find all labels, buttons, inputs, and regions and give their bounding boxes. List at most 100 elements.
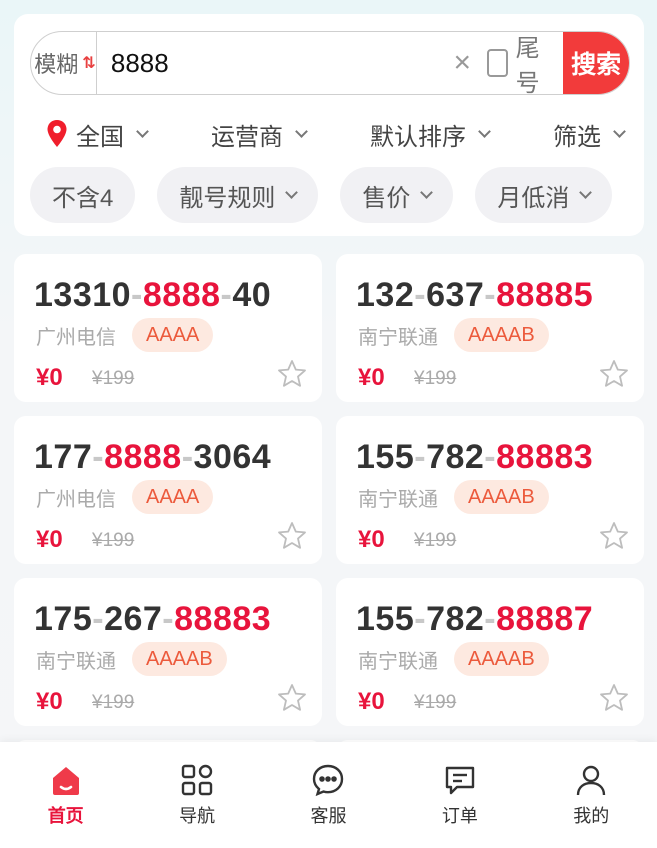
tab-label: 客服	[310, 806, 347, 826]
tail-checkbox[interactable]	[486, 49, 508, 77]
number-segment: -	[414, 438, 427, 476]
number-segment: 155	[356, 600, 415, 638]
tab-navigation[interactable]: 导航	[147, 762, 247, 828]
phone-number: 155-782-88887	[356, 600, 593, 639]
chevron-down-icon	[295, 125, 308, 138]
number-card[interactable]: 155-782-88887 南宁联通 AAAAB ¥0 ¥199	[336, 578, 644, 726]
number-segment: 637	[426, 276, 485, 314]
favorite-star-icon[interactable]	[598, 358, 630, 390]
region-label: 全国	[76, 123, 124, 151]
tab-label: 导航	[179, 806, 216, 826]
original-price: ¥199	[414, 530, 457, 551]
favorite-star-icon[interactable]	[598, 682, 630, 714]
filter-row: 全国 运营商 默认排序 筛选	[44, 114, 626, 154]
chip-label: 不含4	[52, 184, 114, 212]
tab-label: 首页	[47, 806, 84, 826]
number-segment: 177	[34, 438, 93, 476]
swap-icon: ⇅	[82, 55, 96, 72]
user-icon	[577, 765, 606, 796]
original-price: ¥199	[92, 530, 135, 551]
tab-customer-service[interactable]: 客服	[278, 762, 378, 828]
tail-number-toggle[interactable]: 尾号	[479, 32, 564, 94]
phone-number: 13310-8888-40	[34, 276, 271, 315]
number-segment: -	[92, 600, 105, 638]
number-segment: 88883	[174, 600, 272, 638]
number-card[interactable]: 177-8888-3064 广州电信 AAAA ¥0 ¥199	[14, 416, 322, 564]
original-price: ¥199	[414, 692, 457, 713]
pattern-tag: AAAAB	[454, 318, 549, 352]
favorite-star-icon[interactable]	[276, 520, 308, 552]
number-segment: -	[92, 438, 105, 476]
chip-price[interactable]: 售价	[340, 167, 454, 223]
favorite-star-icon[interactable]	[276, 682, 308, 714]
original-price: ¥199	[414, 368, 457, 389]
number-meta: 广州电信 AAAA	[36, 480, 214, 514]
chevron-down-icon	[579, 186, 593, 199]
clear-icon[interactable]: ×	[446, 46, 479, 80]
number-segment: -	[131, 276, 143, 314]
number-card[interactable]: 13310-8888-40 广州电信 AAAA ¥0 ¥199	[14, 254, 322, 402]
chip-min-monthly[interactable]: 月低消	[475, 167, 613, 223]
number-segment: 132	[356, 276, 415, 314]
fuzzy-mode-toggle[interactable]: 模糊 ⇅	[31, 32, 97, 94]
number-meta: 广州电信 AAAA	[36, 318, 214, 352]
carrier-location: 南宁联通	[36, 650, 116, 673]
carrier-location: 广州电信	[36, 326, 116, 349]
sale-price: ¥0	[358, 526, 385, 553]
carrier-location: 南宁联通	[358, 488, 438, 511]
fuzzy-mode-label: 模糊	[34, 52, 79, 77]
number-card[interactable]: 155-782-88883 南宁联通 AAAAB ¥0 ¥199	[336, 416, 644, 564]
number-segment: -	[484, 276, 497, 314]
phone-number: 177-8888-3064	[34, 438, 271, 477]
bottom-tab-bar: 首页 导航 客服 订单 我的	[0, 742, 657, 848]
pattern-tag: AAAAB	[454, 642, 549, 676]
number-segment: 88883	[496, 438, 594, 476]
number-segment: 40	[232, 276, 272, 314]
chip-label: 靓号规则	[179, 184, 276, 212]
region-filter[interactable]: 全国	[44, 117, 149, 152]
number-meta: 南宁联通 AAAAB	[358, 318, 549, 352]
tab-home[interactable]: 首页	[16, 762, 116, 828]
number-segment: 8888	[142, 276, 221, 314]
favorite-star-icon[interactable]	[276, 358, 308, 390]
number-segment: -	[414, 276, 427, 314]
original-price: ¥199	[92, 368, 135, 389]
number-segment: 782	[426, 438, 485, 476]
number-card[interactable]: 132-637-88885 南宁联通 AAAAB ¥0 ¥199	[336, 254, 644, 402]
chevron-down-icon	[420, 186, 434, 199]
sale-price: ¥0	[358, 364, 385, 391]
sort-label: 默认排序	[370, 123, 466, 151]
search-input[interactable]	[96, 32, 446, 94]
chip-label: 售价	[362, 184, 411, 212]
chip-no-four[interactable]: 不含4	[30, 167, 136, 223]
chip-number-rules[interactable]: 靓号规则	[157, 167, 319, 223]
number-segment: 175	[34, 600, 93, 638]
chevron-down-icon	[478, 125, 491, 138]
number-segment: 8888	[104, 438, 182, 476]
home-icon	[52, 767, 79, 795]
tab-orders[interactable]: 订单	[410, 762, 510, 828]
number-segment: -	[181, 438, 194, 476]
chip-label: 月低消	[497, 184, 570, 212]
pattern-tag: AAAAB	[132, 642, 227, 676]
sale-price: ¥0	[36, 688, 63, 715]
phone-number: 132-637-88885	[356, 276, 593, 315]
number-segment: 3064	[193, 438, 272, 476]
number-segment: 782	[426, 600, 485, 638]
grid-icon	[181, 764, 213, 796]
tab-label: 我的	[573, 806, 610, 826]
carrier-location: 南宁联通	[358, 326, 438, 349]
number-meta: 南宁联通 AAAAB	[358, 642, 549, 676]
tab-mine[interactable]: 我的	[541, 762, 641, 828]
screen-filter[interactable]: 筛选	[553, 117, 626, 152]
number-segment: 13310	[34, 276, 132, 314]
number-segment: 155	[356, 438, 415, 476]
favorite-star-icon[interactable]	[598, 520, 630, 552]
number-segment: -	[414, 600, 427, 638]
carrier-filter[interactable]: 运营商	[211, 117, 308, 152]
sort-filter[interactable]: 默认排序	[370, 117, 491, 152]
number-card[interactable]: 175-267-88883 南宁联通 AAAAB ¥0 ¥199	[14, 578, 322, 726]
number-meta: 南宁联通 AAAAB	[358, 480, 549, 514]
number-segment: -	[162, 600, 175, 638]
search-button[interactable]: 搜索	[563, 32, 629, 94]
